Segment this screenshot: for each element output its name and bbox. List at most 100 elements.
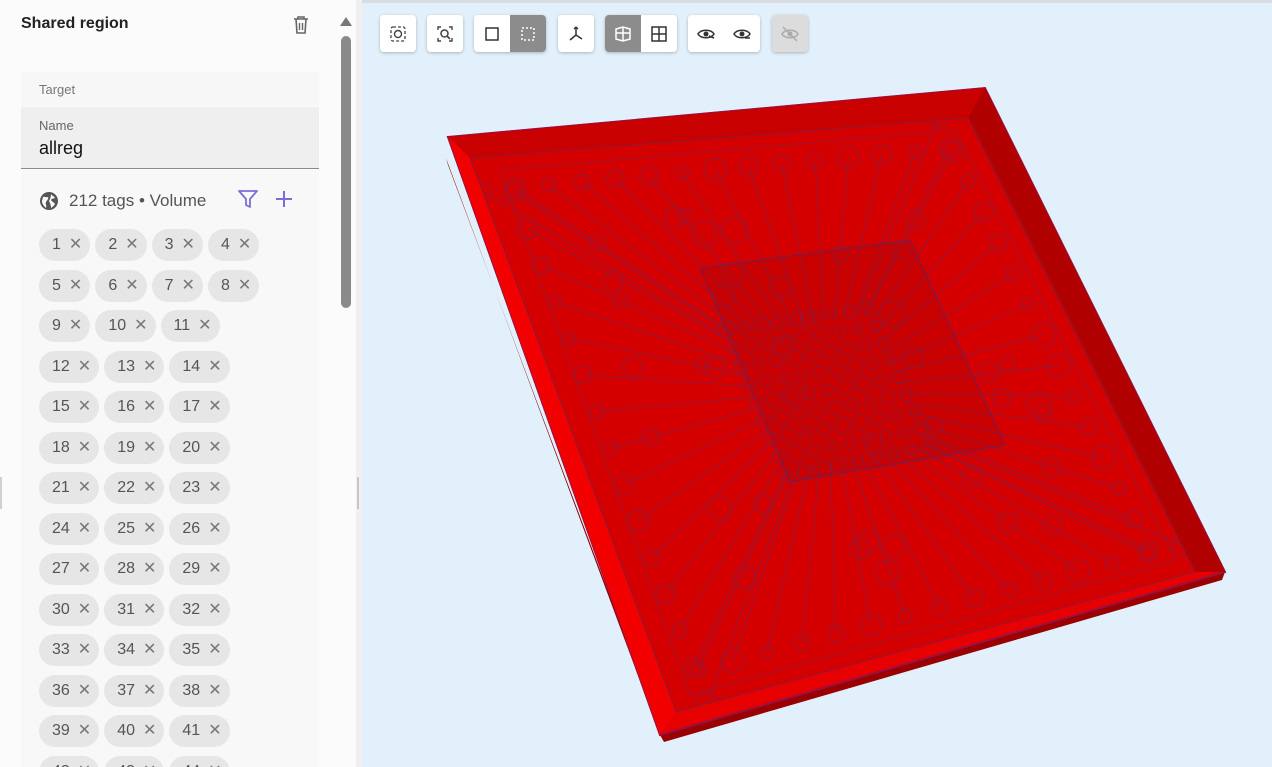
show-button[interactable]: [724, 15, 760, 52]
remove-tag-icon[interactable]: ✕: [143, 439, 156, 456]
tag-chip[interactable]: 18 ✕: [39, 431, 100, 464]
remove-tag-icon[interactable]: ✕: [143, 763, 156, 767]
tag-chip[interactable]: 34 ✕: [104, 634, 165, 666]
tag-chip[interactable]: 21 ✕: [39, 472, 100, 504]
hide-button[interactable]: [688, 15, 724, 52]
axes-button[interactable]: [558, 15, 594, 52]
tag-chip[interactable]: 27 ✕: [39, 553, 100, 585]
tag-chip[interactable]: 12 ✕: [39, 350, 100, 383]
tag-chip[interactable]: 3 ✕: [151, 229, 203, 261]
transparency-button[interactable]: [605, 15, 641, 52]
tag-chip[interactable]: 28 ✕: [104, 553, 165, 585]
remove-tag-icon[interactable]: ✕: [78, 601, 91, 618]
remove-tag-icon[interactable]: ✕: [198, 318, 211, 334]
remove-tag-icon[interactable]: ✕: [208, 480, 221, 496]
remove-tag-icon[interactable]: ✕: [78, 520, 91, 537]
tag-chip[interactable]: 6 ✕: [95, 269, 147, 302]
tag-chip[interactable]: 16 ✕: [104, 391, 165, 423]
reset-visibility-button[interactable]: [772, 15, 808, 52]
add-icon[interactable]: [273, 188, 295, 210]
tag-chip[interactable]: 33 ✕: [39, 634, 100, 666]
remove-tag-icon[interactable]: ✕: [238, 277, 251, 294]
remove-tag-icon[interactable]: ✕: [134, 318, 147, 334]
remove-tag-icon[interactable]: ✕: [143, 642, 156, 658]
remove-tag-icon[interactable]: ✕: [208, 520, 221, 537]
remove-tag-icon[interactable]: ✕: [143, 358, 156, 375]
wireframe-grid-button[interactable]: [641, 15, 677, 52]
remove-tag-icon[interactable]: ✕: [143, 561, 156, 577]
left-resize-grip[interactable]: [0, 477, 2, 509]
tag-chip[interactable]: 24 ✕: [39, 512, 100, 545]
remove-tag-icon[interactable]: ✕: [208, 561, 221, 577]
tag-chip[interactable]: 14 ✕: [169, 350, 230, 383]
tag-chip[interactable]: 32 ✕: [169, 593, 230, 626]
tag-chip[interactable]: 29 ✕: [169, 553, 230, 585]
remove-tag-icon[interactable]: ✕: [125, 277, 138, 294]
tag-chip[interactable]: 8 ✕: [207, 269, 260, 302]
tag-chip[interactable]: 31 ✕: [104, 593, 165, 626]
remove-tag-icon[interactable]: ✕: [69, 277, 82, 294]
select-dashed-box-button[interactable]: [510, 15, 546, 52]
remove-tag-icon[interactable]: ✕: [143, 399, 156, 415]
name-field[interactable]: Name: [21, 107, 319, 169]
remove-tag-icon[interactable]: ✕: [78, 682, 91, 699]
remove-tag-icon[interactable]: ✕: [125, 237, 138, 253]
tag-chip[interactable]: 5 ✕: [39, 269, 91, 302]
tag-chip[interactable]: 11 ✕: [160, 310, 220, 342]
remove-tag-icon[interactable]: ✕: [208, 642, 221, 658]
remove-tag-icon[interactable]: ✕: [78, 399, 91, 415]
tag-chip[interactable]: 25 ✕: [104, 512, 165, 545]
tag-chip[interactable]: 2 ✕: [95, 229, 147, 261]
tag-chip[interactable]: 42 ✕: [39, 755, 100, 767]
tag-chip[interactable]: 26 ✕: [169, 512, 230, 545]
remove-tag-icon[interactable]: ✕: [78, 439, 91, 456]
remove-tag-icon[interactable]: ✕: [238, 237, 251, 253]
tag-chip[interactable]: 38 ✕: [169, 674, 230, 707]
remove-tag-icon[interactable]: ✕: [208, 723, 221, 739]
trash-icon[interactable]: [292, 15, 310, 35]
select-box-button[interactable]: [474, 15, 510, 52]
divider-grip[interactable]: [357, 477, 359, 509]
filter-icon[interactable]: [237, 188, 259, 210]
tag-chip[interactable]: 7 ✕: [151, 269, 203, 302]
remove-tag-icon[interactable]: ✕: [208, 358, 221, 375]
remove-tag-icon[interactable]: ✕: [143, 480, 156, 496]
tag-chip[interactable]: 37 ✕: [104, 674, 165, 707]
remove-tag-icon[interactable]: ✕: [208, 399, 221, 415]
tag-chip[interactable]: 22 ✕: [104, 472, 165, 504]
remove-tag-icon[interactable]: ✕: [78, 358, 91, 375]
remove-tag-icon[interactable]: ✕: [69, 237, 82, 253]
remove-tag-icon[interactable]: ✕: [182, 277, 195, 294]
name-input[interactable]: [39, 138, 299, 159]
tag-chip[interactable]: 30 ✕: [39, 593, 100, 626]
tag-chip[interactable]: 20 ✕: [169, 431, 230, 464]
remove-tag-icon[interactable]: ✕: [208, 601, 221, 618]
tag-chip[interactable]: 4 ✕: [207, 229, 260, 261]
remove-tag-icon[interactable]: ✕: [143, 723, 156, 739]
tag-chip[interactable]: 23 ✕: [169, 472, 230, 504]
tag-chip[interactable]: 9 ✕: [39, 310, 91, 342]
remove-tag-icon[interactable]: ✕: [143, 601, 156, 618]
remove-tag-icon[interactable]: ✕: [78, 480, 91, 496]
tag-chip[interactable]: 10 ✕: [95, 310, 156, 342]
remove-tag-icon[interactable]: ✕: [208, 439, 221, 456]
tag-chip[interactable]: 41 ✕: [169, 715, 230, 747]
remove-tag-icon[interactable]: ✕: [69, 318, 82, 334]
remove-tag-icon[interactable]: ✕: [208, 682, 221, 699]
tag-chip[interactable]: 15 ✕: [39, 391, 100, 423]
zoom-extents-button[interactable]: [427, 15, 463, 52]
scrollbar-thumb[interactable]: [341, 36, 351, 308]
remove-tag-icon[interactable]: ✕: [143, 520, 156, 537]
remove-tag-icon[interactable]: ✕: [78, 723, 91, 739]
tag-chip[interactable]: 40 ✕: [104, 715, 165, 747]
tag-chip[interactable]: 17 ✕: [169, 391, 230, 423]
tag-chip[interactable]: 35 ✕: [169, 634, 230, 666]
tag-chip[interactable]: 43 ✕: [104, 755, 165, 767]
tag-chip[interactable]: 13 ✕: [104, 350, 165, 383]
remove-tag-icon[interactable]: ✕: [78, 561, 91, 577]
scroll-up-arrow[interactable]: [340, 17, 352, 26]
remove-tag-icon[interactable]: ✕: [208, 763, 221, 767]
remove-tag-icon[interactable]: ✕: [182, 237, 195, 253]
tag-chip[interactable]: 39 ✕: [39, 715, 100, 747]
remove-tag-icon[interactable]: ✕: [78, 763, 91, 767]
